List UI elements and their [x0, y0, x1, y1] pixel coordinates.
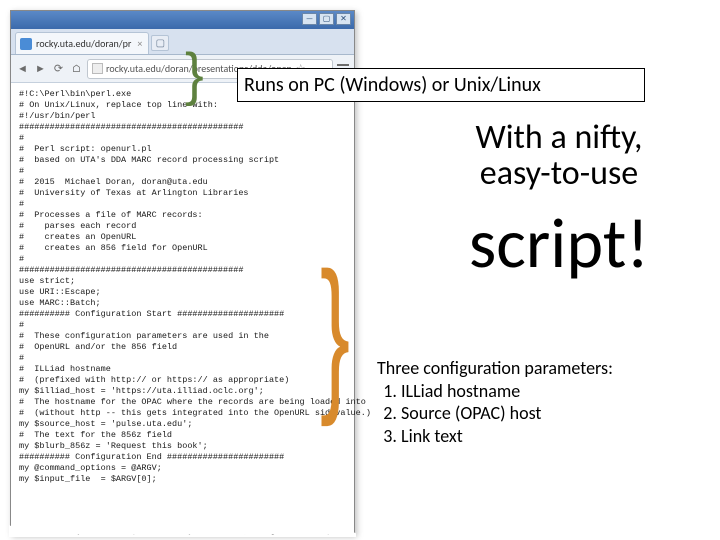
code-line: #	[19, 166, 346, 177]
code-line: # based on UTA's DDA MARC record process…	[19, 155, 346, 166]
code-line: use strict;	[19, 276, 346, 287]
back-button[interactable]: ◄	[15, 61, 30, 76]
code-line: my $source_host = 'pulse.uta.edu';	[19, 419, 346, 430]
code-line: ########## Configuration End ###########…	[19, 452, 346, 463]
code-line: my @command_options = @ARGV;	[19, 463, 346, 474]
code-line: # (prefixed with http:// or https:// as …	[19, 375, 346, 386]
code-line: use URI::Escape;	[19, 287, 346, 298]
forward-button[interactable]: ►	[33, 61, 48, 76]
code-line: # Processes a file of MARC records:	[19, 210, 346, 221]
new-tab-button[interactable]: ▢	[151, 35, 169, 51]
parameters-list: ILLiad hostname Source (OPAC) host Link …	[401, 380, 715, 448]
code-viewport: #!C:\Perl\bin\perl.exe# On Unix/Linux, r…	[11, 83, 354, 491]
page-icon	[92, 63, 103, 74]
code-line: my $input_file = $ARGV[0];	[19, 474, 346, 485]
list-item: Link text	[401, 425, 715, 448]
code-line: #!/usr/bin/perl	[19, 111, 346, 122]
callout-text: Runs on PC (Windows) or Unix/Linux	[244, 73, 541, 97]
reload-button[interactable]: ⟳	[51, 61, 66, 76]
window-controls: — ▢ ✕	[302, 13, 351, 25]
home-button[interactable]: ⌂	[69, 61, 84, 76]
code-line: # parses each record	[19, 221, 346, 232]
code-line: # These configuration parameters are use…	[19, 331, 346, 342]
code-line: #	[19, 133, 346, 144]
brace-icon: }	[185, 59, 204, 88]
tagline: With a nifty, easy-to-use	[405, 120, 713, 191]
code-line: # creates an OpenURL	[19, 232, 346, 243]
code-line: # creates an 856 field for OpenURL	[19, 243, 346, 254]
tagline-line-1: With a nifty,	[405, 120, 713, 156]
tagline-line-2: easy-to-use	[405, 156, 713, 192]
tab-strip: rocky.uta.edu/doran/pr × ▢	[11, 29, 354, 55]
code-line: ########################################…	[19, 122, 346, 133]
code-line: #	[19, 320, 346, 331]
torn-edge-decoration	[9, 525, 356, 537]
code-line: # Perl script: openurl.pl	[19, 144, 346, 155]
parameters-heading: Three configuration parameters:	[377, 357, 715, 380]
code-line: my $blurb_856z = 'Request this book';	[19, 441, 346, 452]
code-line: ########## Configuration Start #########…	[19, 309, 346, 320]
tab-close-icon[interactable]: ×	[137, 37, 142, 50]
code-line: #	[19, 199, 346, 210]
code-line: # (without http -- this gets integrated …	[19, 408, 346, 419]
code-line: # University of Texas at Arlington Libra…	[19, 188, 346, 199]
list-item: Source (OPAC) host	[401, 402, 715, 425]
callout-runs-on: Runs on PC (Windows) or Unix/Linux	[237, 68, 645, 102]
code-line: my $illiad_host = 'https://uta.illiad.oc…	[19, 386, 346, 397]
code-line: #	[19, 254, 346, 265]
list-item: ILLiad hostname	[401, 380, 715, 403]
window-title-bar: — ▢ ✕	[11, 11, 354, 29]
tab-title: rocky.uta.edu/doran/pr	[36, 37, 131, 50]
code-line: # 2015 Michael Doran, doran@uta.edu	[19, 177, 346, 188]
code-line: # OpenURL and/or the 856 field	[19, 342, 346, 353]
code-line: #	[19, 353, 346, 364]
minimize-button[interactable]: —	[302, 13, 317, 25]
parameters-block: Three configuration parameters: ILLiad h…	[377, 357, 715, 447]
code-line: use MARC::Batch;	[19, 298, 346, 309]
code-line: # ILLiad hostname	[19, 364, 346, 375]
browser-tab[interactable]: rocky.uta.edu/doran/pr ×	[15, 32, 149, 54]
close-button[interactable]: ✕	[336, 13, 351, 25]
code-line: # The text for the 856z field	[19, 430, 346, 441]
code-line: ########################################…	[19, 265, 346, 276]
maximize-button[interactable]: ▢	[319, 13, 334, 25]
favicon-icon	[20, 38, 32, 50]
tagline-big: script!	[405, 212, 713, 275]
code-line: # The hostname for the OPAC where the re…	[19, 397, 346, 408]
